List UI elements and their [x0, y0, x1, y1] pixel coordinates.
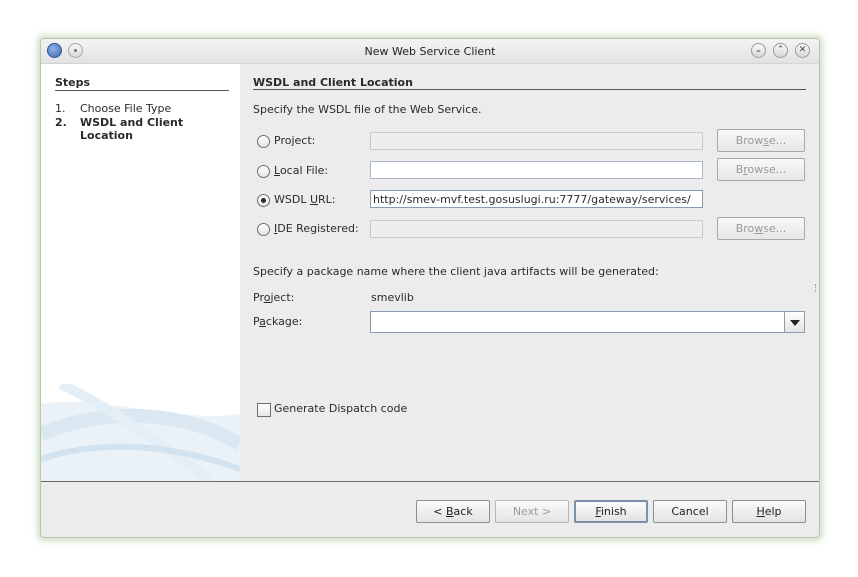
- ide-registered-radio-label[interactable]: IDE Registered:: [274, 222, 359, 235]
- package-combobox[interactable]: [370, 311, 805, 333]
- project-browse-button: Browse...: [717, 129, 805, 152]
- ide-registered-field: [370, 220, 703, 238]
- splitter-grip[interactable]: [815, 284, 818, 292]
- title-bar[interactable]: New Web Service Client ⌄ ⌃ ✕: [41, 39, 819, 64]
- wsdl-instruction: Specify the WSDL file of the Web Service…: [253, 103, 482, 116]
- help-button[interactable]: Help: [732, 500, 806, 523]
- chevron-up-icon: ⌃: [776, 45, 785, 55]
- step-number: 1.: [55, 102, 66, 115]
- local-file-radio-label[interactable]: Local File:: [274, 164, 328, 177]
- ide-registered-radio[interactable]: [257, 223, 270, 236]
- cancel-button[interactable]: Cancel: [653, 500, 727, 523]
- close-button[interactable]: ✕: [795, 43, 810, 58]
- local-file-radio[interactable]: [257, 165, 270, 178]
- window-title: New Web Service Client: [364, 45, 496, 58]
- generate-dispatch-label[interactable]: Generate Dispatch code: [274, 402, 407, 415]
- next-button: Next >: [495, 500, 569, 523]
- finish-button[interactable]: Finish: [574, 500, 648, 523]
- wsdl-url-radio-label[interactable]: WSDL URL:: [274, 193, 336, 206]
- step-number: 2.: [55, 116, 67, 129]
- chevron-down-icon: ⌄: [754, 45, 763, 55]
- project-radio[interactable]: [257, 135, 270, 148]
- step-label: WSDL and Client Location: [80, 116, 184, 142]
- local-file-field[interactable]: [370, 161, 703, 179]
- close-icon: ✕: [798, 45, 807, 55]
- package-label: Package:: [253, 315, 303, 328]
- step-label: Choose File Type: [80, 102, 172, 115]
- dialog-window: New Web Service Client ⌄ ⌃ ✕ Steps 1. Ch…: [40, 38, 820, 538]
- minimize-button[interactable]: ⌄: [751, 43, 766, 58]
- package-instruction: Specify a package name where the client …: [253, 265, 659, 278]
- content-title: WSDL and Client Location: [253, 76, 413, 89]
- dropdown-arrow-icon[interactable]: [784, 312, 804, 332]
- content-divider: [253, 89, 806, 90]
- project-value: smevlib: [371, 291, 414, 304]
- local-file-browse-button: Browse...: [717, 158, 805, 181]
- wsdl-url-input[interactable]: http://smev-mvf.test.gosuslugi.ru:7777/g…: [370, 190, 703, 208]
- steps-divider: [55, 90, 229, 91]
- steps-panel: Steps 1. Choose File Type 2. WSDL and Cl…: [41, 64, 240, 481]
- wsdl-url-radio[interactable]: [257, 194, 270, 207]
- project-field: [370, 132, 703, 150]
- back-button[interactable]: < Back: [416, 500, 490, 523]
- project-radio-label[interactable]: Project:: [274, 134, 315, 147]
- decorative-swoosh-graphic: [41, 384, 240, 481]
- steps-title: Steps: [55, 76, 91, 89]
- generate-dispatch-checkbox[interactable]: [257, 403, 271, 417]
- ide-registered-browse-button: Browse...: [717, 217, 805, 240]
- button-bar-separator: [41, 481, 819, 482]
- maximize-button[interactable]: ⌃: [773, 43, 788, 58]
- project-label: Project:: [253, 291, 295, 304]
